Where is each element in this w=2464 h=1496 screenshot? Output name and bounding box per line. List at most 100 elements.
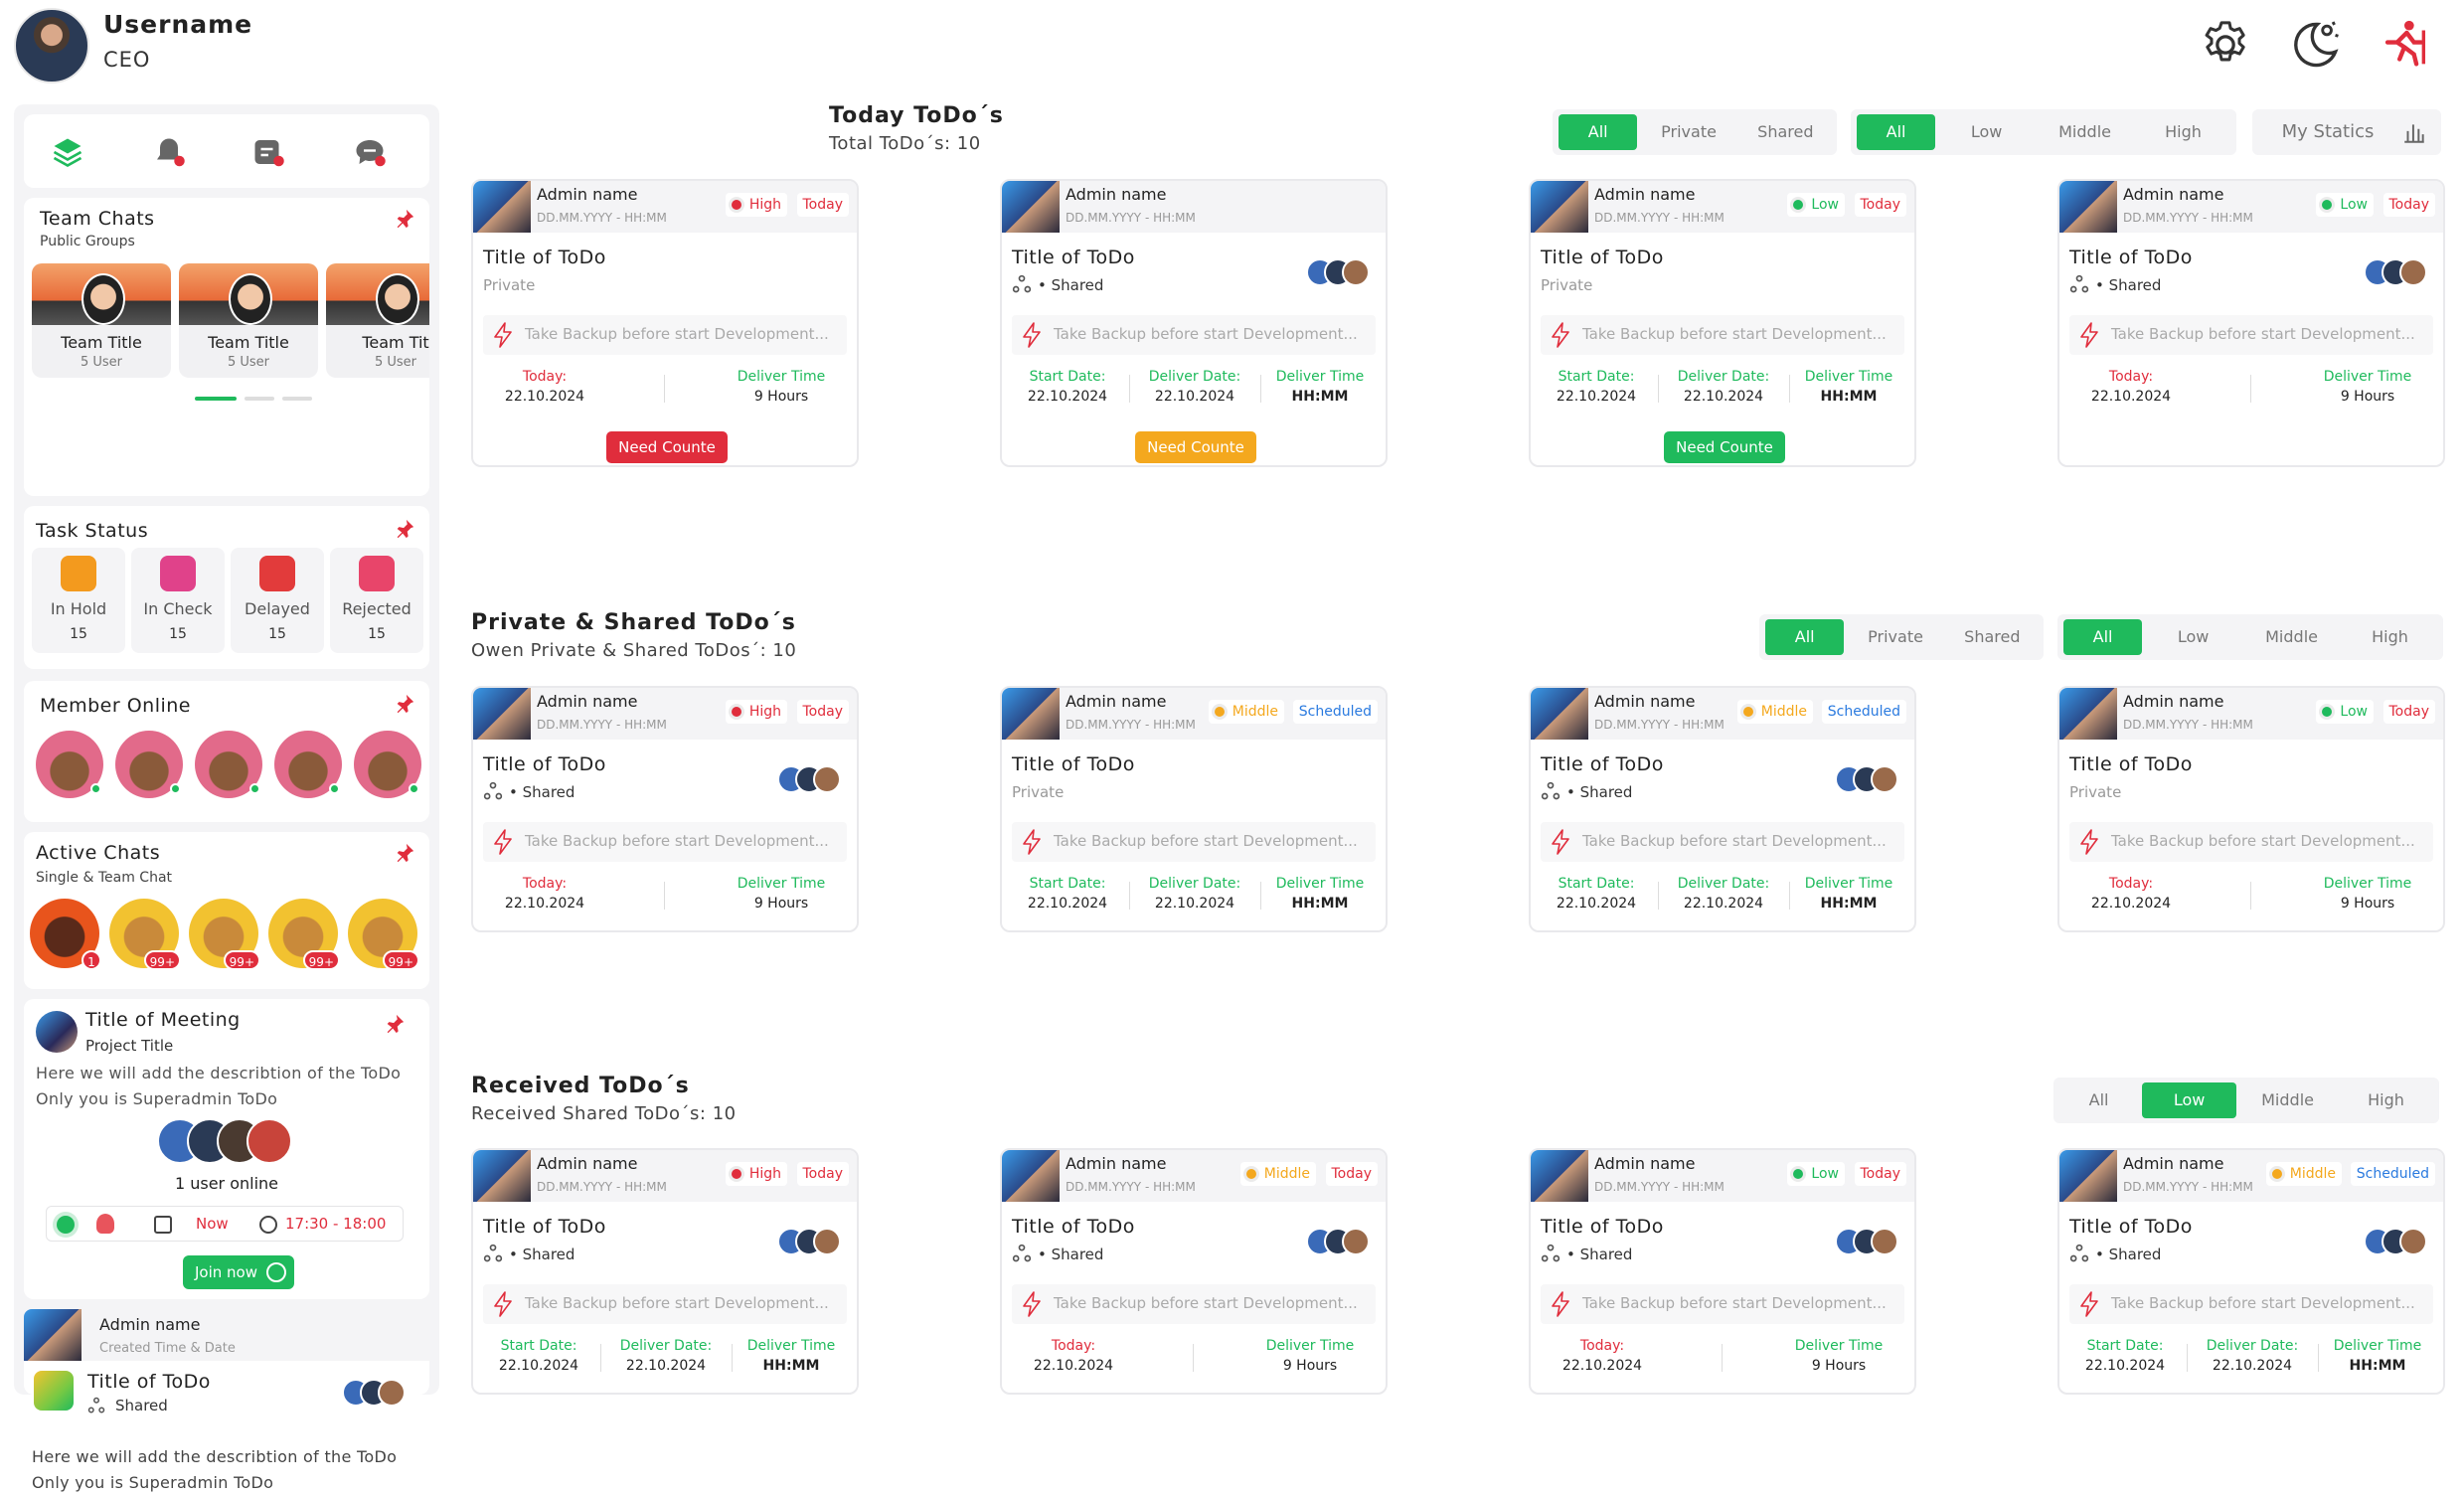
task-line: Take Backup before start Development... bbox=[2069, 1284, 2433, 1324]
task-status-item[interactable]: In Check 15 bbox=[131, 548, 225, 653]
chat-icon[interactable] bbox=[352, 134, 388, 170]
filter-option[interactable]: Low bbox=[1939, 114, 2034, 150]
created-time: Created Time & Date bbox=[99, 1341, 236, 1356]
active-chat-avatar[interactable]: 99+ bbox=[268, 899, 340, 970]
filter-option[interactable]: High bbox=[2136, 114, 2230, 150]
member-avatar[interactable] bbox=[354, 731, 421, 798]
shared-participants[interactable] bbox=[777, 1228, 843, 1257]
pin-icon[interactable] bbox=[394, 842, 415, 864]
task-status-item[interactable]: Rejected 15 bbox=[330, 548, 423, 653]
visibility-text: Shared bbox=[2108, 276, 2162, 294]
logout-run-icon[interactable] bbox=[2374, 14, 2435, 76]
task-status-item[interactable]: In Hold 15 bbox=[32, 548, 125, 653]
member-avatar[interactable] bbox=[274, 731, 342, 798]
task-text: Take Backup before start Development... bbox=[1582, 832, 1887, 850]
filter-option[interactable]: Low bbox=[2146, 619, 2240, 655]
filter-option[interactable]: Shared bbox=[1947, 619, 2038, 655]
todo-card[interactable]: Admin name DD.MM.YYYY - HH:MM Today High Tit… bbox=[471, 1148, 859, 1395]
carousel-dots[interactable] bbox=[195, 397, 312, 401]
pin-icon[interactable] bbox=[394, 518, 415, 540]
active-chat-avatar[interactable]: 99+ bbox=[109, 899, 181, 970]
today-title: Today ToDo´s bbox=[829, 103, 1004, 128]
shared-participants[interactable] bbox=[1306, 258, 1372, 288]
todo-card[interactable]: Admin name DD.MM.YYYY - HH:MM Today High Tit… bbox=[471, 686, 859, 932]
today-date: Today: 22.10.2024 bbox=[1033, 1338, 1114, 1374]
filter-option[interactable]: All bbox=[1857, 114, 1936, 150]
todo-card[interactable]: Admin name DD.MM.YYYY - HH:MM Today Low Titl… bbox=[2057, 686, 2445, 932]
todo-card[interactable]: Admin name DD.MM.YYYY - HH:MM Scheduled Mid… bbox=[2057, 1148, 2445, 1395]
pin-icon[interactable] bbox=[394, 693, 415, 715]
filter-option[interactable]: High bbox=[2343, 619, 2437, 655]
active-chat-avatar[interactable]: 99+ bbox=[348, 899, 419, 970]
admin-name: Admin name bbox=[2123, 692, 2224, 711]
todo-card[interactable]: Admin name DD.MM.YYYY - HH:MM Scheduled Mid… bbox=[1529, 686, 1916, 932]
team-chat-card[interactable]: Team Title 5 User bbox=[179, 263, 318, 378]
todo-card[interactable]: Admin name DD.MM.YYYY - HH:MM Scheduled Mid… bbox=[1000, 686, 1388, 932]
need-counter-button[interactable]: Need Counte bbox=[1135, 431, 1256, 463]
filter-option[interactable]: High bbox=[2339, 1082, 2433, 1118]
created-date: DD.MM.YYYY - HH:MM bbox=[2123, 1180, 2253, 1194]
admin-avatar bbox=[1531, 181, 1588, 233]
need-counter-button[interactable]: Need Counte bbox=[1664, 431, 1785, 463]
created-date: DD.MM.YYYY - HH:MM bbox=[537, 718, 667, 732]
todo-dates: Start Date: 22.10.2024 Deliver Date: 22.10.… bbox=[1012, 365, 1376, 413]
filter-option[interactable]: Middle bbox=[2038, 114, 2132, 150]
pin-icon[interactable] bbox=[394, 208, 415, 230]
gear-icon[interactable] bbox=[2195, 14, 2256, 76]
shared-participants[interactable] bbox=[2364, 258, 2429, 288]
filter-option[interactable]: Private bbox=[1641, 114, 1735, 150]
meeting-participants[interactable] bbox=[157, 1118, 296, 1166]
shared-participants[interactable] bbox=[777, 765, 843, 795]
filter-option[interactable]: Middle bbox=[2240, 1082, 2335, 1118]
todo-card[interactable]: Admin name DD.MM.YYYY - HH:MM Today Middle T… bbox=[1000, 1148, 1388, 1395]
member-avatar[interactable] bbox=[36, 731, 103, 798]
team-chat-card[interactable]: Team Title 5 User bbox=[32, 263, 171, 378]
join-now-button[interactable]: Join now bbox=[183, 1255, 294, 1289]
filter-option[interactable]: All bbox=[1765, 619, 1845, 655]
my-statics-button[interactable]: My Statics bbox=[2252, 109, 2441, 155]
filter-option[interactable]: Middle bbox=[2244, 619, 2339, 655]
user-avatar[interactable] bbox=[14, 8, 89, 83]
todo-card[interactable]: Admin name DD.MM.YYYY - HH:MM Today Low Titl… bbox=[2057, 179, 2445, 467]
shared-participants[interactable] bbox=[1835, 765, 1900, 795]
sidebar-nav bbox=[24, 114, 429, 188]
filter-option[interactable]: All bbox=[2063, 619, 2143, 655]
tag-badge: Today bbox=[1854, 193, 1906, 217]
active-chat-avatar[interactable]: 1 bbox=[30, 899, 101, 970]
todo-dates: Start Date: 22.10.2024 Deliver Date: 22.10.… bbox=[1012, 872, 1376, 919]
lightning-icon bbox=[2080, 1291, 2098, 1317]
need-counter-button[interactable]: Need Counte bbox=[606, 431, 728, 463]
filter-option[interactable]: All bbox=[2059, 1082, 2138, 1118]
member-avatar[interactable] bbox=[195, 731, 262, 798]
filter-option[interactable]: Low bbox=[2142, 1082, 2237, 1118]
todo-card-header: Admin name DD.MM.YYYY - HH:MM Today Low bbox=[1531, 1150, 1914, 1202]
filter-option[interactable]: All bbox=[1559, 114, 1638, 150]
tasks-icon[interactable] bbox=[250, 134, 286, 170]
filter-option[interactable]: Shared bbox=[1740, 114, 1831, 150]
moon-theme-icon[interactable] bbox=[2284, 14, 2346, 76]
todo-card[interactable]: Admin name DD.MM.YYYY - HH:MM Today Low Titl… bbox=[1529, 1148, 1916, 1395]
pin-icon[interactable] bbox=[384, 1013, 406, 1035]
filter-option[interactable]: Private bbox=[1848, 619, 1942, 655]
priority-dot-icon bbox=[1793, 1169, 1804, 1179]
todo-card[interactable]: Admin name DD.MM.YYYY - HH:MM Title of ToD… bbox=[1000, 179, 1388, 467]
team-chat-title: Team Tit bbox=[362, 333, 429, 352]
member-avatar[interactable] bbox=[115, 731, 183, 798]
priority-badge: High bbox=[725, 700, 787, 724]
todo-card[interactable]: Admin name DD.MM.YYYY - HH:MM Today Low Titl… bbox=[1529, 179, 1916, 467]
shared-participants[interactable] bbox=[2364, 1228, 2429, 1257]
active-chat-avatar[interactable]: 99+ bbox=[189, 899, 260, 970]
layers-icon[interactable] bbox=[50, 134, 85, 170]
bell-icon[interactable] bbox=[151, 134, 187, 170]
task-status-item[interactable]: Delayed 15 bbox=[231, 548, 324, 653]
admin-name: Admin name bbox=[1594, 1154, 1696, 1173]
shared-participants[interactable] bbox=[1306, 1228, 1372, 1257]
shared-participants[interactable] bbox=[1835, 1228, 1900, 1257]
priority-label: Low bbox=[2340, 704, 2368, 720]
todo-preview-participants[interactable] bbox=[342, 1379, 408, 1409]
team-chat-card[interactable]: Team Tit 5 User bbox=[326, 263, 429, 378]
deliver-time: Deliver Time HH:MM bbox=[1275, 369, 1365, 405]
todo-card[interactable]: Admin name DD.MM.YYYY - HH:MM Today High Tit… bbox=[471, 179, 859, 467]
alarm-icon[interactable] bbox=[96, 1214, 114, 1234]
unread-badge: 99+ bbox=[223, 950, 260, 970]
